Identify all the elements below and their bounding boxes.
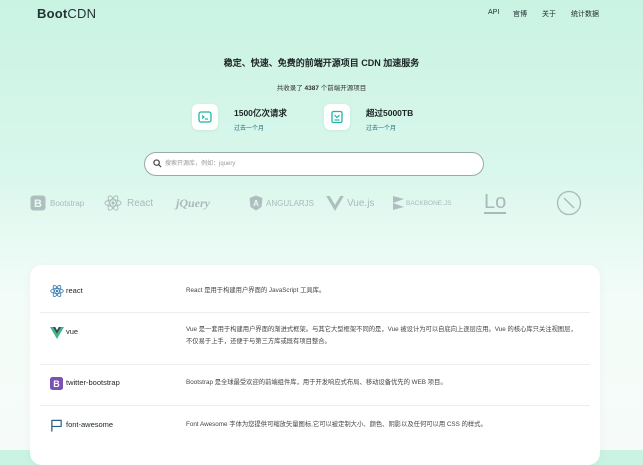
- top-header: BootCDN API 官博 关于 统计数据: [0, 0, 643, 30]
- logo-lodash-label: Lo: [484, 191, 507, 214]
- list-item[interactable]: react React 是用于构建用户界面的 JavaScript 工具库。: [30, 282, 600, 304]
- count-prefix: 共收录了: [276, 85, 303, 92]
- library-name[interactable]: vue: [66, 327, 78, 336]
- search-icon: [153, 159, 162, 168]
- logo-cdn: CDN: [67, 6, 97, 21]
- stat-traffic-value: 超过5000TB: [366, 108, 414, 118]
- nav-api[interactable]: API: [488, 9, 499, 16]
- react-logo-icon: React: [104, 189, 153, 217]
- project-count: 共收录了 4387 个前端开源项目: [0, 82, 643, 92]
- clock-icon: [556, 189, 582, 217]
- library-description: Bootstrap 是全球最受欢迎的前端组件库，用于开发响应式布局、移动设备优先…: [186, 379, 447, 386]
- library-name[interactable]: font-awesome: [66, 420, 113, 429]
- svg-text:A: A: [253, 199, 259, 208]
- react-icon: [50, 284, 64, 298]
- nav-about[interactable]: 关于: [542, 9, 556, 19]
- site-logo[interactable]: BootCDN: [37, 6, 96, 21]
- library-list: react React 是用于构建用户界面的 JavaScript 工具库。 v…: [30, 265, 600, 465]
- logo-backbone-label: BACKBONE.JS: [406, 199, 452, 207]
- stat-requests-value: 1500亿次请求: [234, 108, 287, 118]
- stat-requests-period: 过去一个月: [234, 126, 265, 132]
- nav-stats[interactable]: 统计数据: [571, 9, 599, 19]
- list-item[interactable]: vue Vue 是一套用于构建用户界面的渐进式框架。与其它大型框架不同的是，Vu…: [30, 323, 600, 353]
- svg-text:B: B: [53, 379, 60, 389]
- vue-icon: [50, 326, 64, 340]
- stat-traffic-period: 过去一个月: [366, 126, 397, 132]
- bootstrap-logo-icon: B Bootstrap: [30, 189, 84, 217]
- library-description: React 是用于构建用户界面的 JavaScript 工具库。: [186, 287, 326, 294]
- jquery-logo-icon: jQuery: [176, 189, 210, 217]
- backbone-logo-icon: BACKBONE.JS: [393, 189, 452, 217]
- vue-logo-icon: Vue.js: [326, 189, 374, 217]
- terminal-icon: [192, 104, 218, 130]
- logo-boot: Boot: [37, 6, 68, 21]
- logo-strip: B Bootstrap React jQuery A ANGULARJS Vue…: [0, 189, 643, 219]
- logo-bootstrap-label: Bootstrap: [50, 198, 85, 208]
- divider: [40, 405, 590, 406]
- lodash-logo-icon: Lo: [484, 189, 507, 217]
- storage-icon: [324, 104, 350, 130]
- logo-vue-label: Vue.js: [347, 197, 375, 209]
- bootstrap-icon: B: [50, 377, 64, 391]
- logo-angular-label: ANGULARJS: [266, 198, 315, 208]
- divider: [40, 364, 590, 365]
- library-name[interactable]: twitter-bootstrap: [66, 378, 120, 387]
- angular-logo-icon: A ANGULARJS: [249, 189, 314, 217]
- hero-tagline: 稳定、快速、免费的前端开源项目 CDN 加速服务: [223, 58, 420, 68]
- library-name[interactable]: react: [66, 286, 83, 295]
- logo-jquery-label: jQuery: [176, 195, 210, 210]
- divider: [40, 312, 590, 313]
- library-description: Font Awesome 字体为您提供可缩放矢量图标,它可以被定制大小、颜色、阴…: [186, 421, 487, 428]
- search-input[interactable]: [165, 156, 465, 171]
- flag-icon: [50, 419, 64, 433]
- library-description: Vue 是一套用于构建用户界面的渐进式框架。与其它大型框架不同的是，Vue 被设…: [186, 326, 577, 345]
- nav-blog[interactable]: 官博: [513, 9, 527, 19]
- logo-react-label: React: [127, 197, 154, 209]
- svg-text:B: B: [34, 198, 42, 210]
- count-value: 4387: [304, 85, 319, 92]
- list-item[interactable]: font-awesome Font Awesome 字体为您提供可缩放矢量图标,…: [30, 417, 600, 437]
- list-item[interactable]: B twitter-bootstrap Bootstrap 是全球最受欢迎的前端…: [30, 375, 600, 395]
- count-suffix: 个前端开源项目: [320, 85, 367, 92]
- search-bar[interactable]: [144, 152, 484, 176]
